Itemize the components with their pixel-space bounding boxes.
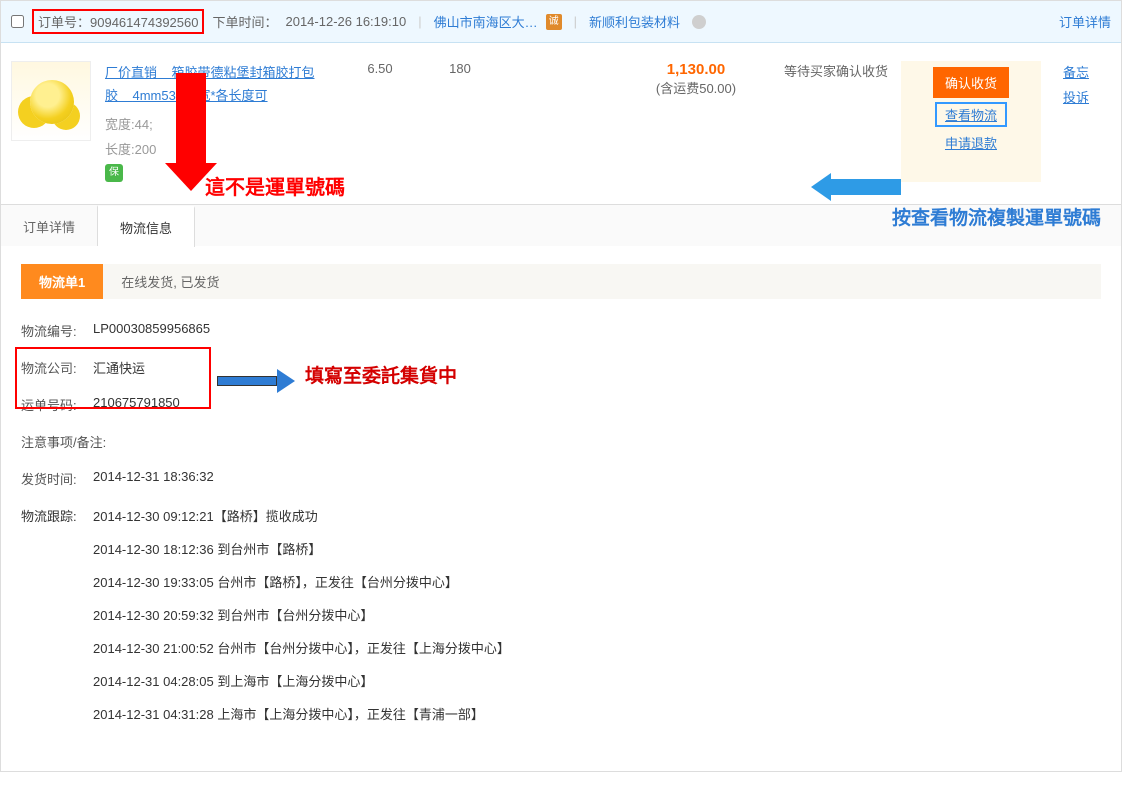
tracking-label: 物流跟踪:: [21, 506, 93, 737]
waybill-highlight-box: [15, 347, 211, 409]
tab-logistics[interactable]: 物流信息: [98, 206, 195, 247]
ship-time-value: 2014-12-31 18:36:32: [93, 469, 214, 488]
tracking-entry: 2014-12-30 18:12:36 到台州市【路桥】: [93, 539, 510, 558]
tracking-entry: 2014-12-30 09:12:21【路桥】揽收成功: [93, 506, 510, 525]
product-thumbnail[interactable]: [11, 61, 91, 141]
logistics-kv: 物流编号:LP00030859956865 物流公司:汇通快运 运单号码:210…: [21, 321, 1101, 737]
spec-width: 宽度:44;: [105, 114, 335, 133]
order-id-label: 订单号：: [38, 15, 90, 30]
spec-length: 长度:200: [105, 139, 335, 158]
order-item-row: 厂价直销 箱胶带德粘堡封箱胶打包胶 4mm53mm宽*各长度可 宽度:44; 长…: [1, 43, 1121, 204]
ship-time-label: 发货时间:: [21, 469, 93, 488]
sub-tab-wl1[interactable]: 物流单1: [21, 264, 103, 299]
tab-order-details[interactable]: 订单详情: [1, 205, 98, 246]
cheng-badge-icon: 诚: [546, 14, 562, 30]
bao-icon: 保: [105, 164, 123, 182]
unit-price: 6.50: [335, 61, 425, 182]
tracking-entry: 2014-12-31 04:31:28 上海市【上海分拨中心】，正发往【青浦一部…: [93, 704, 510, 723]
memo-link[interactable]: 备忘: [1041, 61, 1111, 86]
product-info: 厂价直销 箱胶带德粘堡封箱胶打包胶 4mm53mm宽*各长度可 宽度:44; 长…: [105, 61, 335, 182]
total-col: 1,130.00 (含运费50.00): [621, 61, 771, 182]
status-text: 等待买家确认收货: [771, 61, 901, 182]
tracking-entry: 2014-12-30 20:59:32 到台州市【台州分拨中心】: [93, 605, 510, 624]
separator: |: [574, 14, 577, 29]
sub-tab-status: 在线发货, 已发货: [121, 272, 219, 291]
order-details-link[interactable]: 订单详情: [1059, 12, 1111, 31]
request-refund-link[interactable]: 申请退款: [901, 133, 1041, 152]
order-time-value: 2014-12-26 16:19:10: [285, 14, 406, 29]
blue-arrow-left-icon: [811, 173, 901, 201]
select-order-checkbox[interactable]: [11, 15, 24, 28]
view-logistics-link[interactable]: 查看物流: [935, 102, 1007, 127]
total-amount: 1,130.00: [621, 61, 771, 78]
order-header: 订单号：909461474392560 下单时间： 2014-12-26 16:…: [1, 1, 1121, 43]
separator: |: [418, 14, 421, 29]
annotation-click-view: 按查看物流複製運單號碼: [892, 203, 1101, 230]
logistics-num-value: LP00030859956865: [93, 321, 210, 340]
tracking-entries: 2014-12-30 09:12:21【路桥】揽收成功 2014-12-30 18…: [93, 506, 510, 737]
logistics-num-label: 物流编号:: [21, 321, 93, 340]
action-col: 确认收货 查看物流 申请退款: [901, 61, 1041, 182]
tracking-entry: 2014-12-31 04:28:05 到上海市【上海分拨中心】: [93, 671, 510, 690]
ops-col: 备忘 投诉: [1041, 61, 1111, 182]
tracking-entry: 2014-12-30 19:33:05 台州市【路桥】，正发往【台州分拨中心】: [93, 572, 510, 591]
confirm-receipt-button[interactable]: 确认收货: [933, 67, 1009, 98]
annotation-fill-form: 填寫至委託集貨中: [305, 361, 457, 388]
logistics-panel: 物流单1 在线发货, 已发货 物流编号:LP00030859956865 物流公…: [1, 246, 1121, 771]
sub-tab-bar: 物流单1 在线发货, 已发货: [21, 264, 1101, 299]
annotation-not-waybill: 這不是運單號碼: [205, 171, 345, 200]
order-time-label: 下单时间：: [212, 12, 277, 31]
region-link[interactable]: 佛山市南海区大…: [434, 12, 538, 31]
complain-link[interactable]: 投诉: [1041, 86, 1111, 111]
seller-link[interactable]: 新顺利包装材料: [589, 12, 680, 31]
quantity: 180: [425, 61, 495, 182]
order-id-highlight: 订单号：909461474392560: [32, 9, 204, 34]
wangwang-icon[interactable]: [692, 15, 706, 29]
order-id-value: 909461474392560: [90, 15, 198, 30]
shipping-fee: (含运费50.00): [621, 78, 771, 97]
blue-arrow-right-icon: [217, 369, 295, 393]
tracking-section: 物流跟踪: 2014-12-30 09:12:21【路桥】揽收成功2014-12…: [21, 506, 1101, 737]
tracking-entry: 2014-12-30 21:00:52 台州市【台州分拨中心】，正发往【上海分拨…: [93, 638, 510, 657]
notes-label: 注意事项/备注:: [21, 432, 106, 451]
